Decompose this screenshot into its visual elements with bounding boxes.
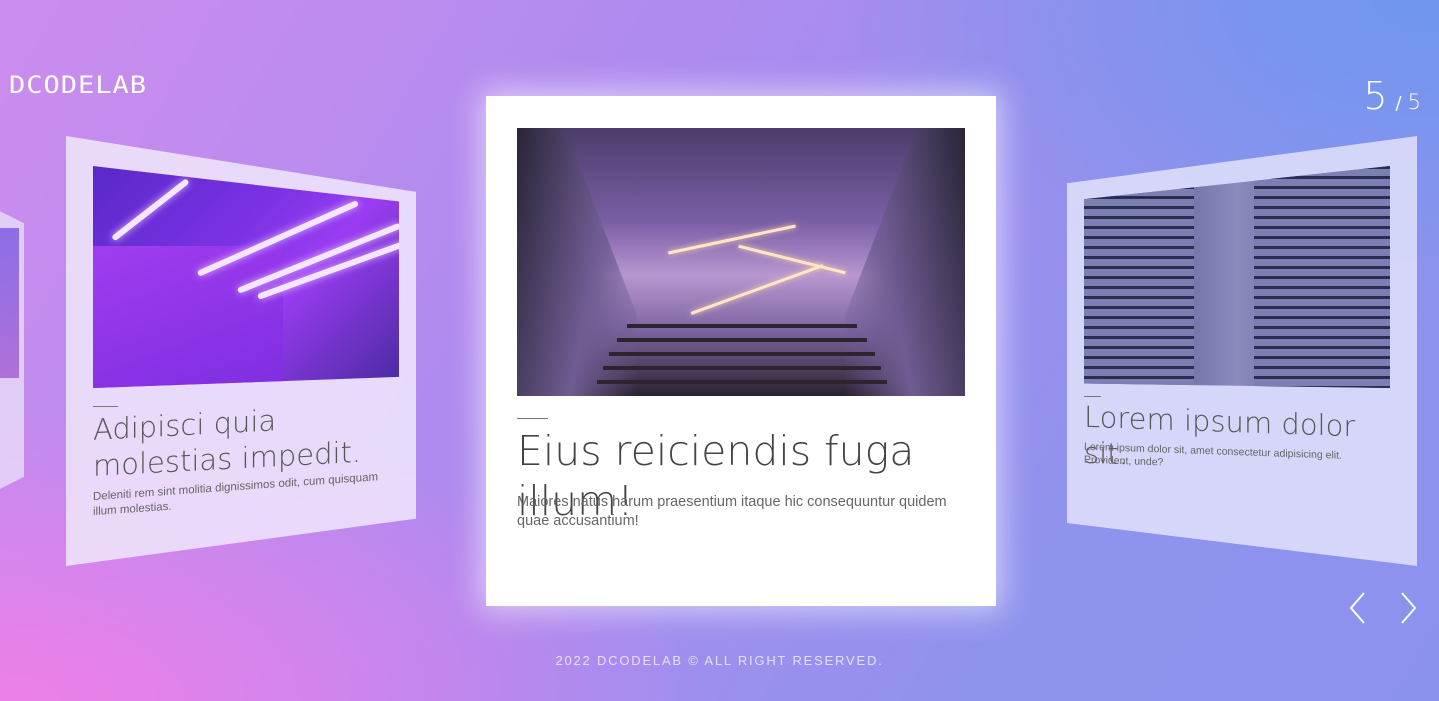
- slide-card-far-left[interactable]: [0, 206, 24, 494]
- image-building: [1084, 166, 1194, 388]
- slider-navigation: [1345, 590, 1421, 626]
- image-light-strip: [111, 178, 190, 242]
- image-light-beam: [738, 244, 846, 275]
- slide-card-active[interactable]: Eius reiciendis fuga illum! Maiores natu…: [486, 96, 996, 606]
- slide-image: [0, 228, 19, 378]
- chevron-right-icon[interactable]: [1395, 590, 1421, 626]
- slide-card-left[interactable]: Adipisci quia molestias impedit. Delenit…: [66, 136, 416, 566]
- chevron-left-icon[interactable]: [1345, 590, 1371, 626]
- title-dash: [517, 418, 548, 419]
- image-stair-step: [603, 366, 881, 370]
- image-stair-step: [627, 324, 857, 328]
- image-stair-step: [617, 338, 867, 342]
- title-dash: [1084, 396, 1101, 397]
- slider-stage: Adipisci quia molestias impedit. Delenit…: [0, 0, 1439, 701]
- slide-image-stairway: [517, 128, 965, 396]
- slide-card-right[interactable]: Lorem ipsum dolor sit. Lorem ipsum dolor…: [1067, 136, 1417, 566]
- image-building: [1254, 166, 1390, 388]
- slide-image-neon-corridor: [93, 166, 399, 388]
- image-light-beam: [668, 224, 796, 255]
- image-light-beam: [690, 264, 824, 315]
- slide-title: Adipisci quia molestias impedit.: [93, 403, 362, 483]
- title-dash: [93, 406, 118, 407]
- image-stair-step: [597, 380, 887, 384]
- slide-description: Maiores natus harum praesentium itaque h…: [517, 494, 947, 529]
- slide-image-glass-towers: [1084, 166, 1390, 388]
- image-wall: [93, 246, 283, 388]
- image-stair-step: [609, 352, 875, 356]
- footer-copyright: 2022 DCODELAB © ALL RIGHT RESERVED.: [555, 653, 884, 668]
